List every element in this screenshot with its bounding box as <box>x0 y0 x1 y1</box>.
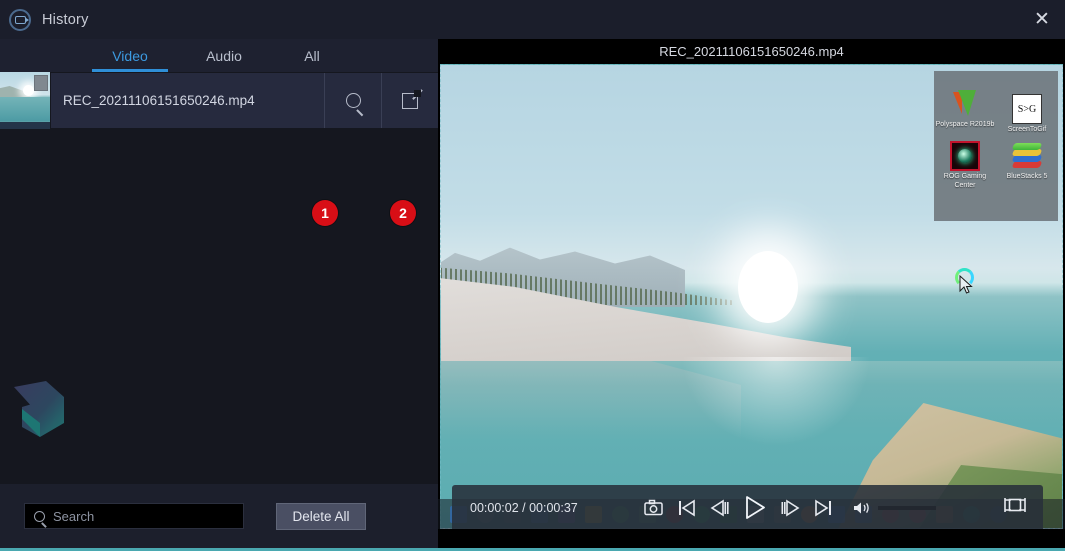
history-camera-icon <box>9 8 31 31</box>
annotation-badge-2: 2 <box>390 200 416 226</box>
scene-sun <box>738 251 798 323</box>
close-icon[interactable]: ✕ <box>1019 0 1065 39</box>
rog-gaming-center-icon: ROG Gaming Center <box>934 140 996 191</box>
list-item-body: REC_20211106151650246.mp4 <box>51 73 438 128</box>
skip-next-icon[interactable] <box>814 499 833 517</box>
arrow-cursor-icon <box>959 275 973 294</box>
scene-sun-glare <box>681 357 871 447</box>
screentogif-glyph: S>G <box>1012 94 1042 124</box>
rog-icon-label: ROG Gaming Center <box>943 172 987 189</box>
step-forward-icon[interactable] <box>781 499 800 517</box>
edit-square-icon[interactable] <box>381 73 438 128</box>
search-input[interactable] <box>45 508 243 524</box>
bluestacks-icon-label: BlueStacks 5 <box>1006 172 1048 180</box>
video-frame: Polyspace R2019b S>G ScreenToGif ROG Gam… <box>440 64 1063 529</box>
window-titlebar: History ✕ <box>0 0 1065 39</box>
player-controls: 00:00:02 / 00:00:37 <box>452 485 1043 530</box>
search-icon <box>34 510 45 522</box>
step-backward-icon[interactable] <box>710 499 729 517</box>
recording-thumbnail <box>0 72 50 129</box>
list-item[interactable]: REC_20211106151650246.mp4 <box>0 72 438 129</box>
window-title: History <box>42 11 89 28</box>
media-type-tabs: Video Audio All <box>0 39 438 72</box>
annotation-badge-1: 1 <box>312 200 338 226</box>
tab-audio[interactable]: Audio <box>182 39 266 72</box>
tab-all[interactable]: All <box>280 39 344 72</box>
captured-desktop-icons-panel: Polyspace R2019b S>G ScreenToGif ROG Gam… <box>934 71 1058 221</box>
play-icon[interactable] <box>743 495 767 520</box>
screentogif-icon: S>G ScreenToGif <box>996 89 1058 135</box>
magnifier-icon[interactable] <box>324 73 381 128</box>
delete-all-button[interactable]: Delete All <box>276 502 366 530</box>
annotation-badges: 1 2 <box>0 142 438 226</box>
history-left-panel: Video Audio All REC_20211106151650246.mp… <box>0 39 438 548</box>
recordings-list: REC_20211106151650246.mp4 1 2 <box>0 72 438 517</box>
left-panel-bottom-bar: Delete All <box>0 484 438 548</box>
video-preview-panel: REC_20211106151650246.mp4 Polyspace R201… <box>438 39 1065 548</box>
video-title: REC_20211106151650246.mp4 <box>438 39 1065 64</box>
search-box[interactable] <box>24 503 244 529</box>
polyspace-icon-label: Polyspace R2019b <box>935 121 995 128</box>
stage-bottom-strip <box>438 529 1065 548</box>
player-timecode: 00:00:02 / 00:00:37 <box>470 500 578 515</box>
volume-control[interactable] <box>852 500 936 516</box>
polyspace-icon: Polyspace R2019b <box>934 89 996 135</box>
skip-previous-icon[interactable] <box>677 499 696 517</box>
history-window: History ✕ Video Audio All REC_2021110615… <box>0 0 1065 551</box>
app-watermark-logo <box>14 381 64 437</box>
fullscreen-icon[interactable] <box>1003 495 1027 520</box>
player-transport-buttons <box>644 495 833 520</box>
volume-slider[interactable] <box>878 505 936 510</box>
screentogif-icon-label: ScreenToGif <box>1007 126 1047 133</box>
snapshot-icon[interactable] <box>644 499 663 516</box>
bluestacks-icon: BlueStacks 5 <box>996 141 1058 191</box>
recording-filename: REC_20211106151650246.mp4 <box>63 93 255 108</box>
video-stage[interactable]: Polyspace R2019b S>G ScreenToGif ROG Gam… <box>438 64 1065 548</box>
volume-icon[interactable] <box>852 500 872 516</box>
tab-video[interactable]: Video <box>84 39 176 72</box>
